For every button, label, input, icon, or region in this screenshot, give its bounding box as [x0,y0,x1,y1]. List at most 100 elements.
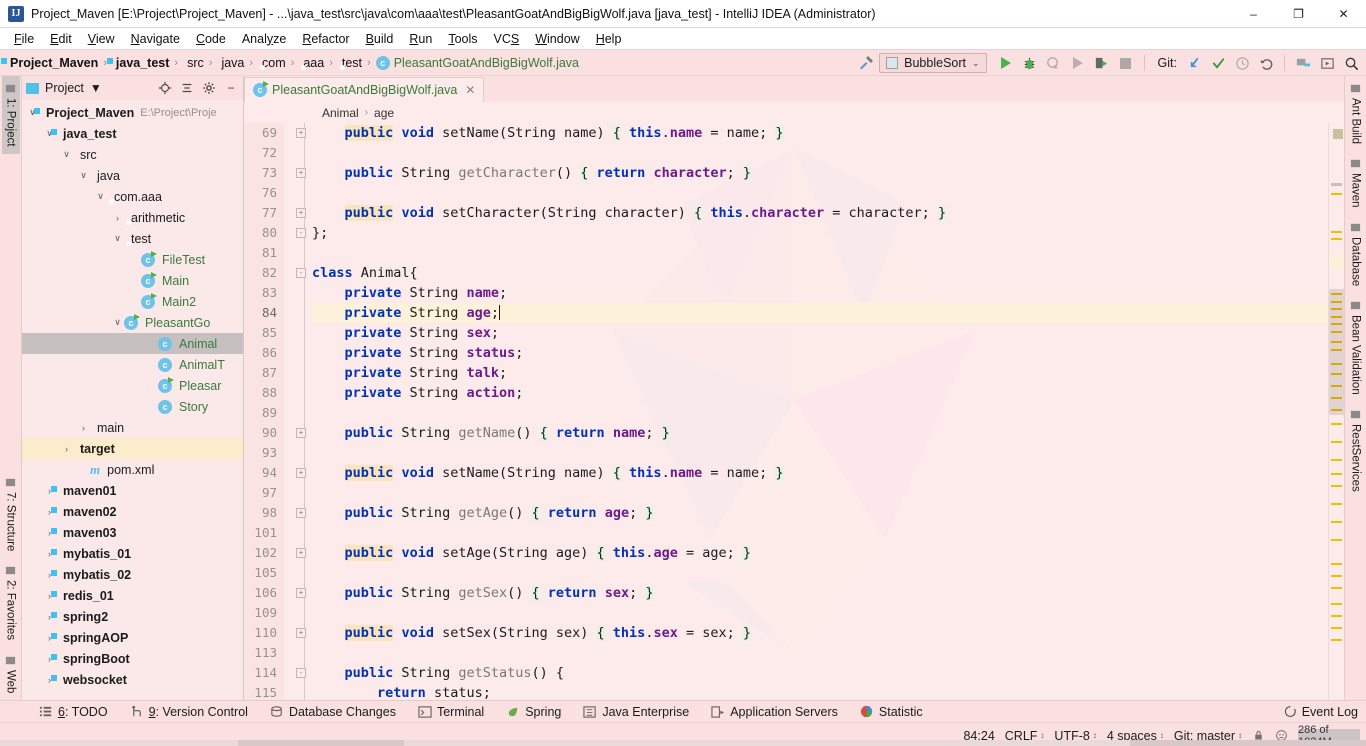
tree-node-filetest[interactable]: c FileTest [22,249,243,270]
chevron-right-icon[interactable]: › [111,213,124,223]
code-line[interactable] [312,243,1328,263]
menu-item-code[interactable]: Code [188,30,234,48]
menu-item-view[interactable]: View [80,30,123,48]
line-number[interactable]: 77 [244,203,277,223]
menu-item-build[interactable]: Build [358,30,402,48]
line-number[interactable]: 81 [244,243,277,263]
line-number[interactable]: 88 [244,383,277,403]
code-line[interactable]: private String status; [312,343,1328,363]
tree-node-maven01[interactable]: › maven01 [22,480,243,501]
fold-collapse-icon[interactable]: - [296,268,306,278]
code-line[interactable]: private String action; [312,383,1328,403]
tool-button-2--favorites[interactable]: 2: Favorites [2,558,20,647]
update-project-icon[interactable] [1183,52,1205,74]
code-line[interactable]: public String getStatus() { [312,663,1328,683]
code-line[interactable]: public void setName(String name) { this.… [312,463,1328,483]
tree-node-spring2[interactable]: › spring2 [22,606,243,627]
line-number[interactable]: 85 [244,323,277,343]
breadcrumb-item-com[interactable]: com [258,56,286,70]
stop-icon[interactable] [1115,52,1137,74]
tool-button-7--structure[interactable]: 7: Structure [2,470,20,558]
info-stripe-mark[interactable] [1331,183,1342,186]
line-number[interactable]: 105 [244,563,277,583]
tree-node-project-maven[interactable]: ∨ Project_Maven E:\Project\Proje [22,102,243,123]
code-line[interactable] [312,143,1328,163]
breadcrumb-item-java-test[interactable]: java_test [112,56,170,70]
line-number[interactable]: 86 [244,343,277,363]
fold-expand-icon[interactable]: + [296,508,306,518]
breadcrumb-item-aaa[interactable]: aaa [299,56,324,70]
code-line[interactable] [312,603,1328,623]
code-line[interactable]: public void setAge(String age) { this.ag… [312,543,1328,563]
tool-window-terminal[interactable]: Terminal [407,705,495,719]
line-number[interactable]: 93 [244,443,277,463]
code-line[interactable]: public void setName(String name) { this.… [312,123,1328,143]
warning-stripe-mark[interactable] [1331,193,1342,195]
warning-stripe-mark[interactable] [1331,587,1342,589]
tree-node-arithmetic[interactable]: › arithmetic [22,207,243,228]
tool-button-web[interactable]: Web [2,648,20,700]
profile-icon[interactable] [1091,52,1113,74]
fold-expand-icon[interactable]: + [296,588,306,598]
commit-checkmark-icon[interactable] [1207,52,1229,74]
warning-stripe-mark[interactable] [1331,459,1342,461]
code-line[interactable] [312,403,1328,423]
event-log-button[interactable]: Event Log [1284,705,1358,719]
tool-button-bean-validation[interactable]: Bean Validation [1347,293,1365,402]
fold-expand-icon[interactable]: + [296,548,306,558]
warning-stripe-mark[interactable] [1331,503,1342,505]
close-icon[interactable]: ✕ [465,83,475,97]
code-line[interactable]: return status; [312,683,1328,700]
chevron-down-icon[interactable]: ∨ [94,191,107,202]
code-line[interactable]: public String getCharacter() { return ch… [312,163,1328,183]
tool-window-database-changes[interactable]: Database Changes [259,705,407,719]
tree-node-target[interactable]: › target [22,438,243,459]
tree-node-main[interactable]: c Main [22,270,243,291]
warning-stripe-mark[interactable] [1331,441,1342,443]
code-line[interactable] [312,643,1328,663]
line-number[interactable]: 101 [244,523,277,543]
warning-stripe-mark[interactable] [1331,615,1342,617]
tool-window-spring[interactable]: Spring [495,705,572,719]
run-icon[interactable] [995,52,1017,74]
line-number[interactable]: 72 [244,143,277,163]
tree-node-pleasar[interactable]: c Pleasar [22,375,243,396]
warning-stripe-mark[interactable] [1331,423,1342,425]
line-number[interactable]: 97 [244,483,277,503]
tree-node-test[interactable]: ∨ test [22,228,243,249]
chevron-down-icon[interactable]: ∨ [60,149,73,160]
error-stripe-gutter[interactable] [1328,123,1344,700]
code-line[interactable] [312,443,1328,463]
code-line[interactable]: public void setSex(String sex) { this.se… [312,623,1328,643]
chevron-down-icon[interactable]: ∨ [77,170,90,181]
warning-stripe-mark[interactable] [1331,639,1342,641]
tree-node-animal[interactable]: c Animal [22,333,243,354]
settings-window-icon[interactable] [1316,52,1338,74]
rerun-icon[interactable] [1067,52,1089,74]
tree-node-java[interactable]: ∨ java [22,165,243,186]
tool-window-application-servers[interactable]: Application Servers [700,705,849,719]
menu-item-file[interactable]: File [6,30,42,48]
tree-node-maven02[interactable]: › maven02 [22,501,243,522]
tool-button-maven[interactable]: Maven [1347,151,1365,215]
code-line[interactable]: private String age; [312,303,1328,323]
code-line[interactable]: private String sex; [312,323,1328,343]
warning-stripe-mark[interactable] [1331,575,1342,577]
breadcrumb-item-src[interactable]: src [183,56,204,70]
line-number[interactable]: 89 [244,403,277,423]
hide-minus-icon[interactable]: − [223,80,239,96]
code-line[interactable]: public String getAge() { return age; } [312,503,1328,523]
hammer-icon[interactable] [855,52,877,74]
tool-window-6--todo[interactable]: 6: TODO [28,705,119,719]
warning-stripe-mark[interactable] [1331,238,1342,240]
code-line[interactable]: public void setCharacter(String characte… [312,203,1328,223]
tree-node-springboot[interactable]: › springBoot [22,648,243,669]
line-number[interactable]: 109 [244,603,277,623]
tree-node-src[interactable]: ∨ src [22,144,243,165]
tree-node-main[interactable]: › main [22,417,243,438]
tree-node-com-aaa[interactable]: ∨ com.aaa [22,186,243,207]
line-number[interactable]: 98 [244,503,277,523]
line-number[interactable]: 82 [244,263,277,283]
menu-item-navigate[interactable]: Navigate [123,30,188,48]
line-number[interactable]: 110 [244,623,277,643]
